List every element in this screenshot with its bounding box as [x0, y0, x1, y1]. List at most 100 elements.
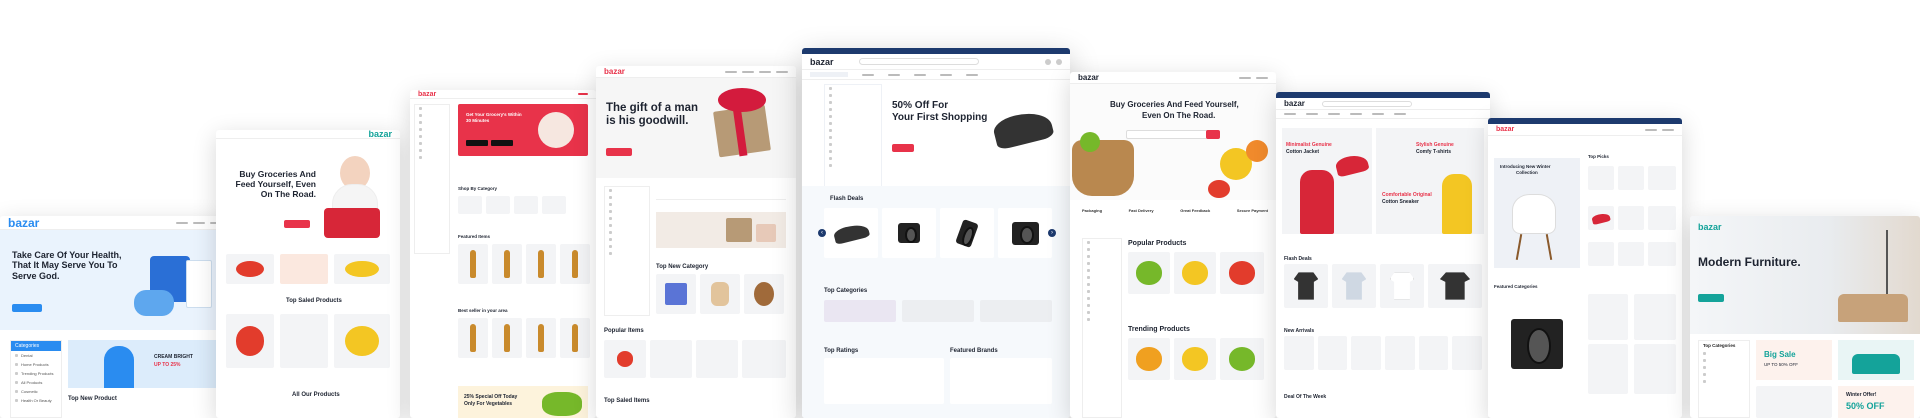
category-tile[interactable]	[1634, 344, 1676, 394]
sidebar-item[interactable]	[825, 127, 881, 134]
product-tile[interactable]	[1588, 242, 1614, 266]
logo[interactable]: bazar	[418, 91, 436, 98]
category-tile[interactable]	[700, 274, 740, 314]
sidebar-item[interactable]	[605, 243, 649, 250]
category-tile[interactable]	[980, 300, 1052, 322]
product-tile[interactable]	[1284, 264, 1328, 308]
product-tile[interactable]	[1648, 206, 1676, 230]
product-tile[interactable]	[696, 340, 738, 378]
logo[interactable]: bazar	[604, 67, 625, 76]
product-tile[interactable]	[492, 244, 522, 284]
sidebar-item[interactable]: Cosmetic	[11, 387, 61, 396]
sidebar-item[interactable]	[605, 222, 649, 229]
product-tile[interactable]	[492, 318, 522, 358]
sidebar-item[interactable]: Trending Products	[11, 369, 61, 378]
category-tile[interactable]	[1588, 344, 1628, 394]
sidebar-item[interactable]: Home Products	[11, 360, 61, 369]
sidebar-item[interactable]	[605, 201, 649, 208]
logo[interactable]: bazar	[8, 216, 39, 230]
product-tile[interactable]	[1128, 338, 1170, 380]
product-tile[interactable]	[1588, 166, 1614, 190]
sidebar-item[interactable]	[415, 133, 449, 140]
category-tile[interactable]	[514, 196, 538, 214]
sidebar-item[interactable]	[1699, 350, 1749, 357]
search-input[interactable]	[858, 58, 979, 65]
sidebar-item[interactable]	[825, 120, 881, 127]
category-tile[interactable]	[458, 196, 482, 214]
product-tile[interactable]	[1428, 264, 1482, 308]
app-button[interactable]	[466, 140, 488, 146]
sidebar-item[interactable]	[825, 155, 881, 162]
sidebar-item[interactable]	[1083, 316, 1121, 323]
product-tile[interactable]	[1588, 206, 1614, 230]
category-tile[interactable]	[1494, 294, 1580, 394]
product-tile[interactable]	[1618, 242, 1644, 266]
category-tile[interactable]	[656, 274, 696, 314]
sidebar-item[interactable]	[1083, 260, 1121, 267]
sidebar-item[interactable]	[605, 236, 649, 243]
sidebar-item[interactable]	[1083, 253, 1121, 260]
shop-now-button[interactable]	[284, 220, 310, 228]
sidebar-item[interactable]: Dental	[11, 351, 61, 360]
search-button[interactable]	[1206, 130, 1220, 139]
category-tile[interactable]	[542, 196, 566, 214]
sidebar-item[interactable]	[825, 85, 881, 92]
sidebar-item[interactable]	[1699, 371, 1749, 378]
shop-now-button[interactable]	[606, 148, 632, 156]
shop-now-button[interactable]	[892, 144, 914, 152]
sidebar-item[interactable]	[415, 105, 449, 112]
sidebar-item[interactable]	[605, 194, 649, 201]
sidebar-item[interactable]	[415, 154, 449, 161]
sidebar-item[interactable]	[1083, 302, 1121, 309]
shop-now-button[interactable]	[12, 304, 42, 312]
product-tile[interactable]	[1618, 166, 1644, 190]
shop-now-button[interactable]	[1698, 294, 1724, 302]
sidebar-item[interactable]	[1083, 267, 1121, 274]
sidebar-item[interactable]	[605, 187, 649, 194]
search-input[interactable]	[1321, 100, 1412, 107]
product-tile[interactable]	[882, 208, 936, 258]
product-tile[interactable]	[458, 244, 488, 284]
category-tile[interactable]	[902, 300, 974, 322]
product-tile[interactable]	[1756, 386, 1832, 418]
category-tile[interactable]	[824, 300, 896, 322]
product-tile[interactable]	[1174, 338, 1216, 380]
product-tile[interactable]	[1380, 264, 1424, 308]
logo[interactable]: bazar	[1078, 73, 1099, 82]
sidebar-item[interactable]	[415, 119, 449, 126]
product-tile[interactable]	[1332, 264, 1376, 308]
sidebar-item[interactable]	[825, 99, 881, 106]
product-tile[interactable]	[1648, 242, 1676, 266]
product-tile[interactable]	[226, 254, 274, 284]
sidebar-item[interactable]	[605, 229, 649, 236]
product-tile[interactable]	[604, 340, 646, 378]
search-button[interactable]	[578, 93, 588, 95]
sidebar-item[interactable]	[825, 92, 881, 99]
product-tile[interactable]	[1174, 252, 1216, 294]
sidebar-item[interactable]	[825, 134, 881, 141]
product-tile[interactable]	[1128, 252, 1170, 294]
carousel-next-arrow[interactable]: ›	[1048, 229, 1056, 237]
logo[interactable]: bazar	[1496, 126, 1514, 133]
product-tile[interactable]	[1648, 166, 1676, 190]
sidebar-item[interactable]	[1083, 309, 1121, 316]
product-tile[interactable]	[280, 254, 328, 284]
sidebar-item[interactable]	[1083, 288, 1121, 295]
product-tile[interactable]	[1220, 252, 1264, 294]
sidebar-item[interactable]	[415, 147, 449, 154]
sidebar-item[interactable]	[1083, 239, 1121, 246]
category-tile[interactable]	[744, 274, 784, 314]
product-tile[interactable]	[1220, 338, 1264, 380]
product-tile[interactable]	[334, 254, 390, 284]
product-tile[interactable]	[458, 318, 488, 358]
sidebar-item[interactable]	[1083, 274, 1121, 281]
product-tile[interactable]	[226, 314, 274, 368]
product-tile[interactable]	[560, 244, 590, 284]
carousel-prev-arrow[interactable]: ‹	[818, 229, 826, 237]
sidebar-item[interactable]: Health Or Beauty	[11, 396, 61, 405]
user-icon[interactable]	[1045, 58, 1051, 65]
product-tile[interactable]	[824, 208, 878, 258]
sidebar-item[interactable]	[1083, 295, 1121, 302]
search-input[interactable]	[1126, 130, 1216, 139]
cart-icon[interactable]	[1056, 58, 1062, 65]
